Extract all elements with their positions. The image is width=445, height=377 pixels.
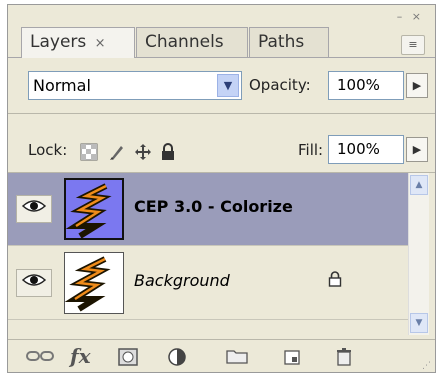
layer-thumbnail[interactable]	[64, 178, 124, 240]
layers-scrollbar[interactable]: ▲ ▼	[408, 173, 429, 335]
scroll-down-button[interactable]: ▼	[410, 313, 428, 333]
tab-label: Channels	[145, 32, 224, 52]
scroll-up-button[interactable]: ▲	[410, 175, 428, 195]
adjustment-layer-icon[interactable]	[168, 348, 190, 370]
arrow-right-icon: ▶	[412, 143, 422, 156]
layers-list: CEP 3.0 - Colorize Background	[8, 173, 412, 335]
tab-layers[interactable]: Layers ×	[21, 27, 135, 58]
opacity-label: Opacity:	[249, 76, 311, 94]
resize-grip-icon[interactable]: ⋰	[422, 361, 431, 371]
close-button[interactable]: ×	[412, 10, 421, 23]
add-mask-icon[interactable]	[118, 348, 138, 370]
lock-all-icon[interactable]	[160, 143, 176, 165]
lock-image-pixels-icon[interactable]	[108, 143, 126, 165]
layers-panel: – × Layers × Channels Paths ≡ Normal ▼ O…	[7, 4, 436, 373]
lock-label: Lock:	[28, 141, 68, 159]
arrow-right-icon: ▶	[412, 79, 422, 92]
tab-label: Layers	[30, 32, 87, 52]
panel-menu-icon: ≡	[408, 38, 418, 51]
layer-name[interactable]: CEP 3.0 - Colorize	[134, 197, 293, 216]
opacity-value: 100%	[337, 76, 380, 94]
divider	[8, 113, 435, 114]
layer-name[interactable]: Background	[134, 271, 230, 290]
new-group-icon[interactable]	[226, 348, 248, 368]
blend-mode-value: Normal	[33, 76, 91, 95]
link-layers-icon[interactable]	[26, 348, 54, 367]
fill-value: 100%	[337, 140, 380, 158]
chevron-down-icon[interactable]: ▼	[217, 74, 239, 97]
visibility-toggle[interactable]	[16, 195, 52, 223]
tab-strip: Layers × Channels Paths	[8, 23, 435, 58]
panel-menu-button[interactable]: ≡	[401, 35, 425, 55]
window-controls: – ×	[391, 11, 421, 23]
layer-row[interactable]: CEP 3.0 - Colorize	[8, 173, 412, 246]
fill-field[interactable]: 100%	[328, 135, 404, 164]
minimize-button[interactable]: –	[397, 10, 403, 23]
close-tab-icon[interactable]: ×	[95, 36, 106, 51]
bottom-toolbar: fx ⋰	[8, 339, 435, 374]
tab-paths[interactable]: Paths	[249, 27, 329, 57]
trash-icon[interactable]	[336, 348, 352, 370]
eye-icon	[21, 200, 47, 212]
layer-thumbnail[interactable]	[64, 252, 124, 314]
lock-position-icon[interactable]	[134, 143, 152, 165]
tab-label: Paths	[258, 32, 305, 52]
fill-label: Fill:	[298, 141, 324, 159]
eye-icon	[21, 274, 47, 286]
fill-slider-button[interactable]: ▶	[406, 137, 428, 162]
lock-icon	[328, 271, 342, 291]
visibility-toggle[interactable]	[16, 269, 52, 297]
layer-style-icon[interactable]: fx	[70, 344, 91, 368]
opacity-field[interactable]: 100%	[328, 71, 404, 100]
blend-mode-select[interactable]: Normal ▼	[28, 71, 242, 100]
layer-row[interactable]: Background	[8, 247, 412, 320]
opacity-slider-button[interactable]: ▶	[406, 73, 428, 98]
lock-transparent-pixels-icon[interactable]	[80, 143, 98, 165]
tab-channels[interactable]: Channels	[136, 27, 248, 57]
new-layer-icon[interactable]	[283, 348, 301, 370]
